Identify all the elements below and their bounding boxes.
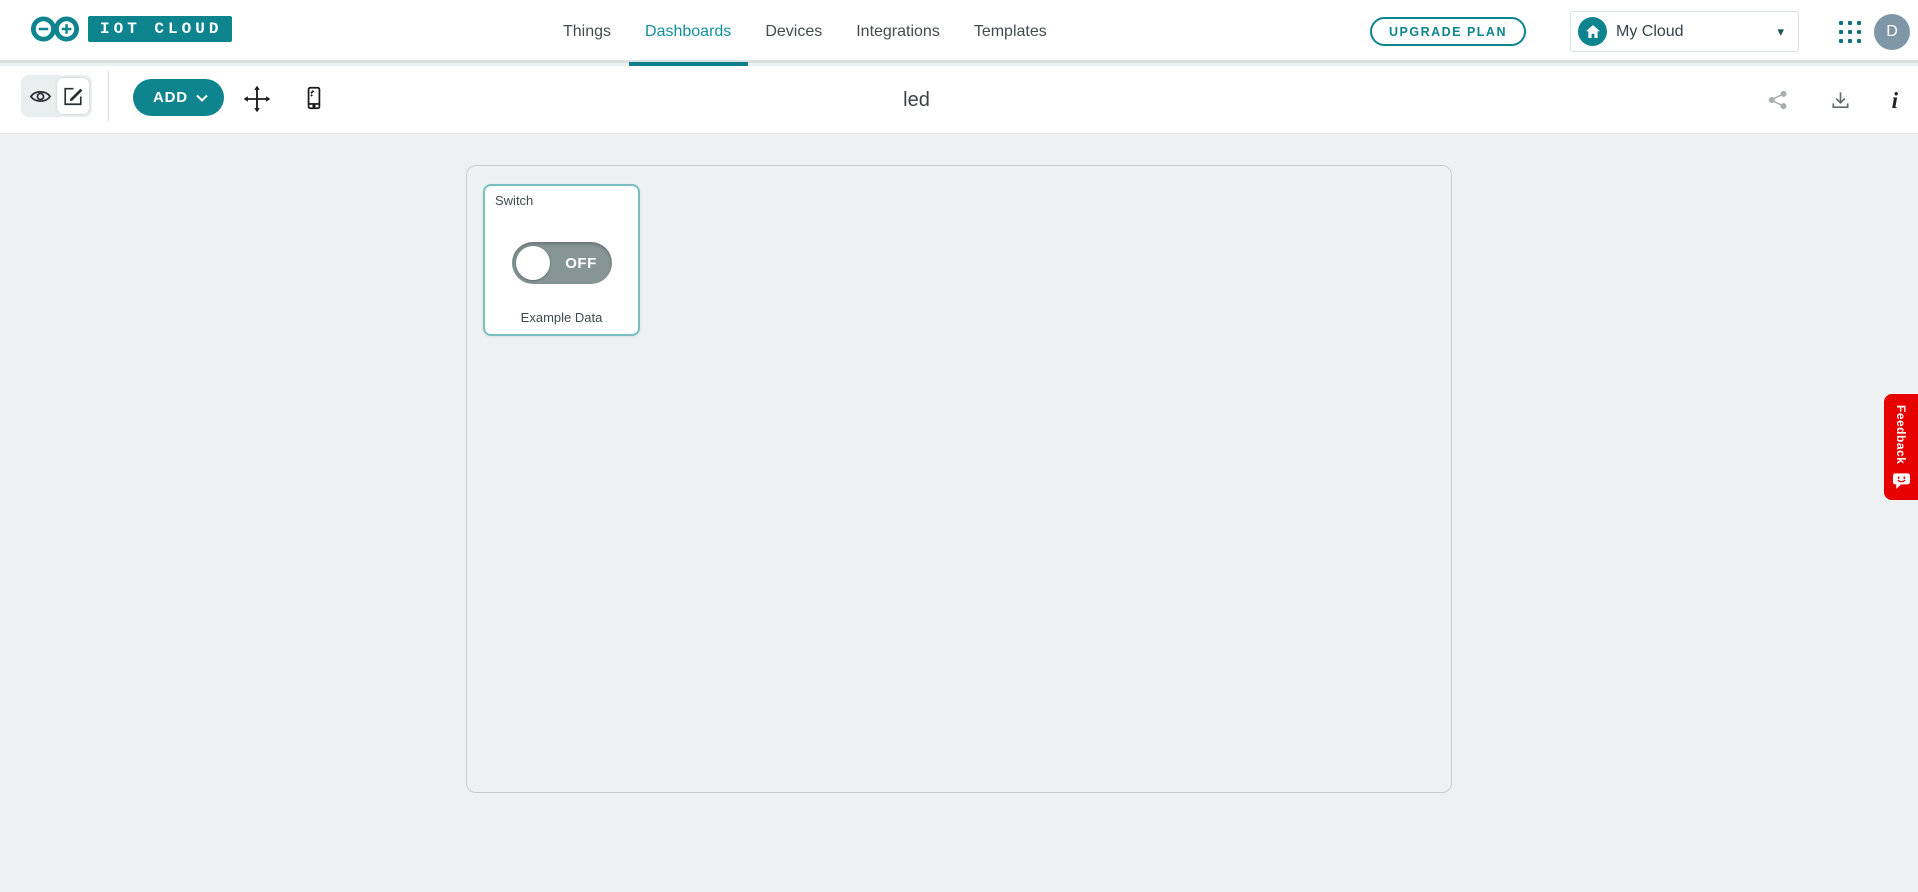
widget-caption: Example Data bbox=[485, 310, 638, 325]
toolbar-divider bbox=[108, 71, 109, 121]
grid-dot bbox=[1857, 39, 1861, 43]
switch-toggle[interactable]: OFF bbox=[512, 242, 612, 284]
eye-icon bbox=[29, 85, 52, 108]
switch-knob[interactable] bbox=[516, 246, 550, 280]
info-button[interactable]: i bbox=[1892, 89, 1898, 112]
share-button[interactable] bbox=[1767, 88, 1789, 112]
main-nav: Things Dashboards Devices Integrations T… bbox=[563, 0, 1047, 63]
app-root: IOT CLOUD Things Dashboards Devices Inte… bbox=[0, 0, 1918, 892]
dashboard-grid-panel: Switch OFF Example Data bbox=[466, 165, 1452, 793]
iot-cloud-wordmark: IOT CLOUD bbox=[88, 16, 232, 42]
top-header: IOT CLOUD Things Dashboards Devices Inte… bbox=[0, 0, 1918, 63]
share-icon bbox=[1767, 88, 1789, 112]
feedback-tab[interactable]: Feedback bbox=[1884, 394, 1918, 500]
add-button-label: ADD bbox=[153, 89, 188, 106]
mobile-layout-button[interactable] bbox=[301, 85, 327, 111]
tab-things[interactable]: Things bbox=[563, 0, 611, 63]
workspace-selector[interactable]: My Cloud ▾ bbox=[1570, 11, 1799, 52]
mobile-layout-icon bbox=[301, 85, 327, 111]
apps-grid-icon[interactable] bbox=[1839, 21, 1861, 43]
switch-widget-card[interactable]: Switch OFF Example Data bbox=[483, 184, 640, 336]
tab-integrations[interactable]: Integrations bbox=[856, 0, 940, 63]
avatar[interactable]: D bbox=[1874, 14, 1910, 50]
grid-dot bbox=[1848, 39, 1852, 43]
dashboard-toolbar: ADD led bbox=[0, 66, 1918, 134]
edit-icon bbox=[62, 85, 84, 107]
download-icon bbox=[1829, 88, 1852, 112]
grid-dot bbox=[1848, 21, 1852, 25]
chevron-down-icon: ▾ bbox=[1777, 24, 1784, 40]
home-icon bbox=[1578, 17, 1607, 46]
arduino-infinity-icon bbox=[30, 14, 80, 44]
tab-templates[interactable]: Templates bbox=[974, 0, 1047, 63]
grid-dot bbox=[1848, 30, 1852, 34]
download-button[interactable] bbox=[1829, 88, 1852, 112]
grid-dot bbox=[1839, 39, 1843, 43]
upgrade-plan-button[interactable]: UPGRADE PLAN bbox=[1370, 17, 1526, 46]
header-right-group: UPGRADE PLAN My Cloud ▾ D bbox=[1370, 0, 1910, 63]
arduino-logo[interactable]: IOT CLOUD bbox=[30, 14, 232, 44]
view-mode-button[interactable] bbox=[24, 78, 57, 114]
toolbar-right-group: i bbox=[1767, 66, 1898, 134]
feedback-label: Feedback bbox=[1894, 405, 1908, 464]
move-icon bbox=[243, 85, 271, 113]
grid-dot bbox=[1839, 21, 1843, 25]
info-icon: i bbox=[1892, 89, 1898, 112]
edit-mode-button[interactable] bbox=[57, 78, 90, 114]
workspace-label: My Cloud bbox=[1616, 23, 1777, 41]
grid-dot bbox=[1839, 30, 1843, 34]
arrange-widgets-button[interactable] bbox=[243, 85, 271, 113]
grid-dot bbox=[1857, 21, 1861, 25]
switch-state-label: OFF bbox=[556, 242, 606, 284]
add-widget-button[interactable]: ADD bbox=[133, 79, 224, 116]
widget-title: Switch bbox=[495, 193, 533, 208]
view-edit-toggle bbox=[21, 75, 92, 117]
dashboard-title: led bbox=[0, 66, 1833, 134]
tab-dashboards[interactable]: Dashboards bbox=[645, 0, 731, 63]
chevron-down-icon bbox=[196, 94, 208, 102]
tab-devices[interactable]: Devices bbox=[765, 0, 822, 63]
feedback-smiley-bubble-icon bbox=[1892, 472, 1911, 490]
grid-dot bbox=[1857, 30, 1861, 34]
